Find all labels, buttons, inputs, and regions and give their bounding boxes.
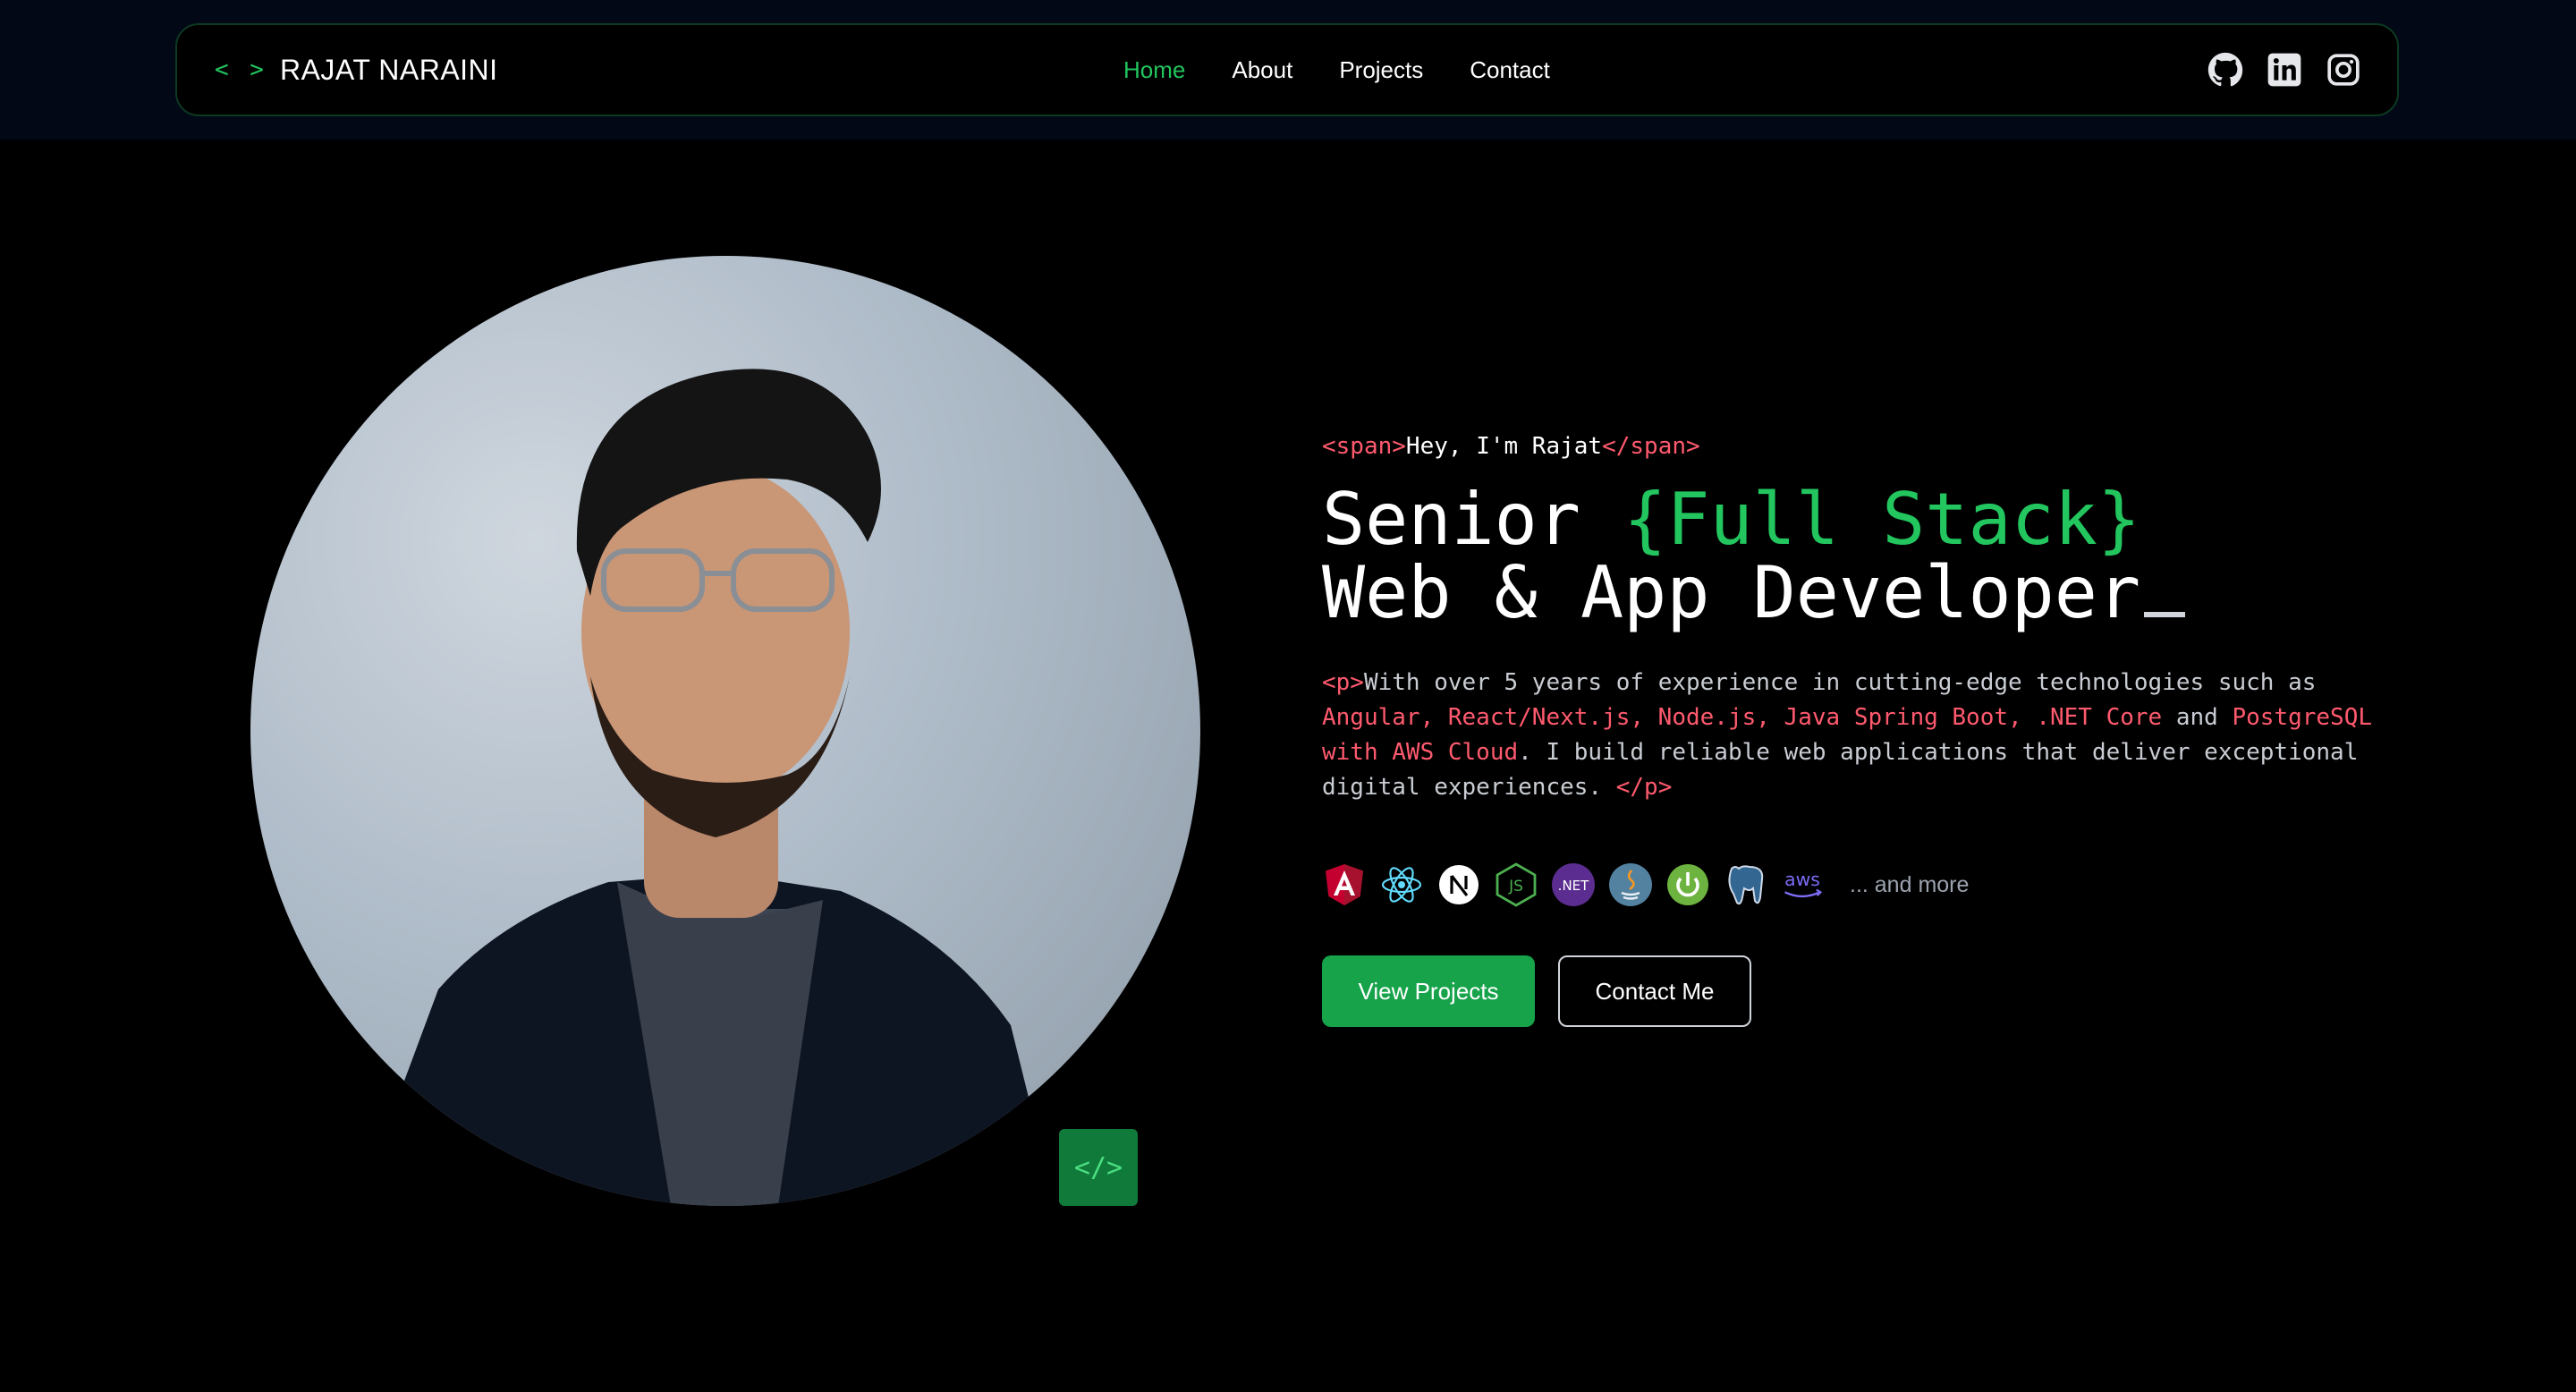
p-open-tag: <p> <box>1322 669 1364 696</box>
hero-description: <p>With over 5 years of experience in cu… <box>1322 666 2395 805</box>
person-illustration <box>358 369 1055 1206</box>
linkedin-icon[interactable] <box>2267 52 2302 88</box>
title-highlight: {Full Stack} <box>1623 478 2141 561</box>
github-icon[interactable] <box>2207 52 2243 88</box>
contact-me-button[interactable]: Contact Me <box>1558 955 1751 1027</box>
nav-links: Home About Projects Contact <box>1123 25 1550 115</box>
nav-link-home[interactable]: Home <box>1123 56 1185 84</box>
social-links <box>2207 25 2361 115</box>
hero-title-line2: Web & App Developer <box>1322 556 2186 630</box>
desc-and: and <box>2162 704 2233 731</box>
nav-link-about[interactable]: About <box>1232 56 1292 84</box>
hero-title-line1: Senior {Full Stack} <box>1322 483 2185 556</box>
title-line2: Web & App Developer <box>1322 551 2141 634</box>
postgresql-icon <box>1723 862 1767 907</box>
brand[interactable]: < > RAJAT NARAINI <box>215 25 498 115</box>
instagram-icon[interactable] <box>2326 52 2361 88</box>
span-open-tag: <span> <box>1322 433 1406 460</box>
title-prefix: Senior <box>1322 478 1624 561</box>
react-icon <box>1379 862 1424 907</box>
dotnet-icon: .NET <box>1551 862 1596 907</box>
intro-text: Hey, I'm Rajat <box>1405 433 1603 460</box>
angular-icon <box>1322 862 1367 907</box>
dotnet-label: .NET <box>1558 878 1589 894</box>
code-badge: </> <box>1059 1129 1138 1206</box>
profile-photo <box>250 256 1200 1206</box>
nav-link-contact[interactable]: Contact <box>1470 56 1550 84</box>
typing-cursor <box>2144 612 2186 617</box>
nodejs-icon: JS <box>1494 862 1538 907</box>
intro-line: <span>Hey, I'm Rajat</span> <box>1322 433 1700 460</box>
tech-stack: JS .NET aws ... and more <box>1322 862 1969 907</box>
desc-text-1: With over 5 years of experience in cutti… <box>1363 669 2317 696</box>
aws-label: aws <box>1784 869 1820 890</box>
code-brackets-icon: < > <box>215 56 267 83</box>
spring-boot-icon <box>1665 862 1710 907</box>
p-close-tag: </p> <box>1615 774 1673 801</box>
nextjs-icon <box>1436 862 1481 907</box>
brand-name: RAJAT NARAINI <box>279 53 498 86</box>
span-close-tag: </span> <box>1602 433 1700 460</box>
java-icon <box>1608 862 1653 907</box>
desc-tech-1: Angular, React/Next.js, Node.js, Java Sp… <box>1322 704 2163 731</box>
hero-title: Senior {Full Stack} Web & App Developer <box>1322 483 2186 630</box>
svg-text:JS: JS <box>1508 878 1523 895</box>
view-projects-button[interactable]: View Projects <box>1322 955 1535 1027</box>
nav-link-projects[interactable]: Projects <box>1339 56 1423 84</box>
navbar: < > RAJAT NARAINI Home About Projects Co… <box>175 23 2399 116</box>
aws-icon: aws <box>1780 862 1825 907</box>
tech-more-label: ... and more <box>1850 871 1970 897</box>
